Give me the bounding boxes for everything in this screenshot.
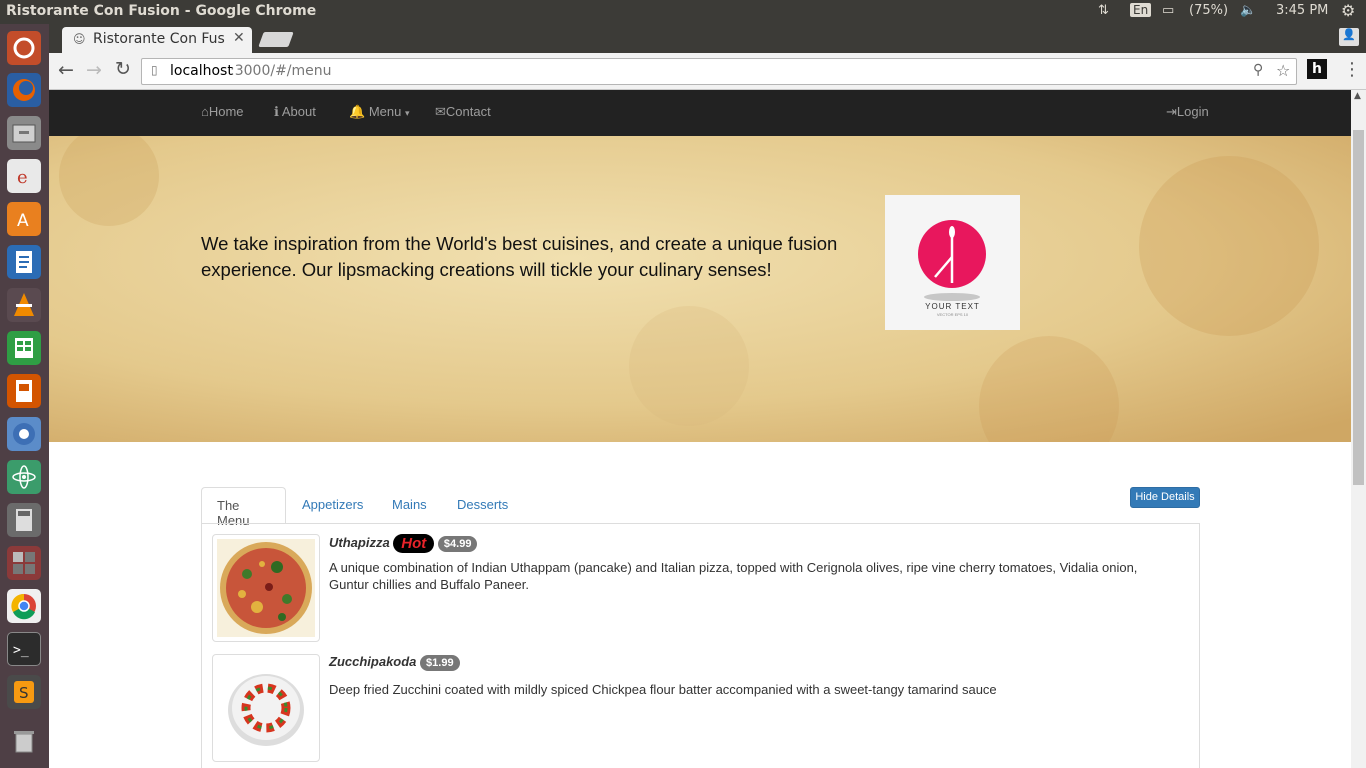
dish-description: A unique combination of Indian Uthappam … bbox=[329, 560, 1138, 592]
web-page: ⌂Home ℹ About 🔔 Menu ▾ ✉Contact ⇥Login W… bbox=[49, 90, 1351, 768]
jumbotron: We take inspiration from the World's bes… bbox=[49, 136, 1351, 442]
dish-description: Deep fried Zucchini coated with mildly s… bbox=[329, 681, 997, 697]
nav-about-label: About bbox=[281, 104, 316, 119]
nav-login[interactable]: ⇥Login bbox=[1166, 104, 1209, 120]
calculator-icon[interactable] bbox=[7, 503, 41, 537]
nav-menu-label: Menu bbox=[368, 104, 402, 119]
volume-icon[interactable]: 🔈 bbox=[1240, 3, 1256, 18]
window-title: Ristorante Con Fusion - Google Chrome bbox=[6, 3, 317, 19]
home-icon: ⌂ bbox=[201, 104, 209, 119]
svg-text:S: S bbox=[19, 684, 29, 702]
chrome-menu-icon[interactable]: ⋮ bbox=[1343, 59, 1361, 80]
svg-text:A: A bbox=[17, 211, 29, 231]
jumbotron-text: We take inspiration from the World's bes… bbox=[201, 233, 838, 280]
dish-body: Zucchipakoda $1.99 Deep fried Zucchini c… bbox=[329, 654, 1179, 698]
battery-icon[interactable]: ▭ bbox=[1162, 3, 1174, 18]
chrome-icon[interactable] bbox=[7, 589, 41, 623]
tab-title: Ristorante Con Fus bbox=[93, 31, 225, 47]
hide-details-button[interactable]: Hide Details bbox=[1130, 487, 1200, 508]
hot-label: Hot bbox=[393, 534, 435, 553]
restaurant-logo: YOUR TEXT VECTOR EPS 10 bbox=[885, 195, 1020, 330]
dish-body: Uthapizza Hot $4.99 A unique combination… bbox=[329, 534, 1179, 593]
settings-gear-icon[interactable]: ⚙ bbox=[1341, 1, 1355, 20]
scrollbar-thumb[interactable] bbox=[1353, 130, 1364, 485]
nav-contact-label: Contact bbox=[445, 104, 491, 119]
browser-tab[interactable]: ☺ Ristorante Con Fus ✕ bbox=[62, 27, 252, 53]
envelope-icon: ✉ bbox=[435, 104, 446, 119]
address-bar[interactable]: ▯ localhost :3000/#/menu ⚲ ☆ bbox=[141, 58, 1297, 85]
workspaces-icon[interactable] bbox=[7, 546, 41, 580]
parchment-background bbox=[49, 136, 1351, 442]
svg-text:e: e bbox=[17, 167, 28, 188]
terminal-icon[interactable]: >_ bbox=[7, 632, 41, 666]
scroll-up-icon[interactable]: ▲ bbox=[1354, 91, 1361, 101]
trash-icon[interactable] bbox=[7, 724, 41, 758]
page-favicon-icon: ☺ bbox=[73, 32, 86, 46]
page-scrollbar[interactable]: ▲ bbox=[1351, 90, 1366, 768]
url-host: localhost bbox=[170, 63, 233, 79]
system-top-panel: Ristorante Con Fusion - Google Chrome ⇅ … bbox=[0, 0, 1366, 24]
browser-toolbar: ← → ↻ ▯ localhost :3000/#/menu ⚲ ☆ h ⋮ bbox=[49, 53, 1366, 90]
svg-text:>_: >_ bbox=[13, 643, 29, 658]
nav-menu-dropdown[interactable]: 🔔 Menu ▾ bbox=[349, 104, 410, 120]
info-icon: ℹ bbox=[274, 104, 279, 119]
dish-name: Zucchipakoda bbox=[329, 654, 417, 669]
dish-name: Uthapizza bbox=[329, 534, 390, 550]
tab-the-menu[interactable]: The Menu bbox=[201, 487, 286, 528]
caret-down-icon: ▾ bbox=[404, 108, 410, 118]
back-icon[interactable]: ← bbox=[58, 59, 74, 81]
sublime-icon[interactable]: S bbox=[7, 675, 41, 709]
ubuntu-dash-icon[interactable] bbox=[7, 31, 41, 65]
tab-mains[interactable]: Mains bbox=[377, 487, 442, 524]
menu-tab-pane: Uthapizza Hot $4.99 A unique combination… bbox=[201, 523, 1200, 768]
browser-chrome: ☺ Ristorante Con Fus ✕ 👤 ← → ↻ ▯ localho… bbox=[49, 24, 1366, 90]
url-path: :3000/#/menu bbox=[230, 63, 332, 79]
dish-image[interactable] bbox=[212, 654, 320, 762]
close-tab-icon[interactable]: ✕ bbox=[233, 30, 245, 46]
app-launcher: e A >_ S bbox=[0, 24, 49, 768]
clock[interactable]: 3:45 PM bbox=[1276, 3, 1328, 18]
bell-icon: 🔔 bbox=[349, 104, 366, 119]
logo-caption: YOUR TEXT bbox=[925, 302, 980, 311]
page-info-icon[interactable]: ▯ bbox=[151, 63, 158, 77]
price-badge: $1.99 bbox=[420, 654, 460, 671]
impress-icon[interactable] bbox=[7, 374, 41, 408]
files-icon[interactable] bbox=[7, 116, 41, 150]
logo-subcaption: VECTOR EPS 10 bbox=[936, 312, 969, 317]
nav-contact[interactable]: ✉Contact bbox=[435, 104, 491, 120]
keyboard-layout-indicator[interactable]: En bbox=[1130, 3, 1152, 17]
nav-home[interactable]: ⌂Home bbox=[201, 104, 244, 119]
nav-login-label: Login bbox=[1176, 104, 1209, 119]
zoom-icon[interactable]: ⚲ bbox=[1253, 62, 1263, 78]
site-navbar: ⌂Home ℹ About 🔔 Menu ▾ ✉Contact ⇥Login bbox=[49, 90, 1351, 136]
writer-icon[interactable] bbox=[7, 245, 41, 279]
profile-icon[interactable]: 👤 bbox=[1339, 28, 1359, 46]
calc-icon[interactable] bbox=[7, 331, 41, 365]
reload-icon[interactable]: ↻ bbox=[115, 58, 131, 80]
nav-about[interactable]: ℹ About bbox=[274, 104, 316, 120]
tab-appetizers[interactable]: Appetizers bbox=[287, 487, 378, 524]
vlc-icon[interactable] bbox=[7, 288, 41, 322]
chromium-icon[interactable] bbox=[7, 417, 41, 451]
extension-icon[interactable]: h bbox=[1307, 59, 1327, 79]
login-icon: ⇥ bbox=[1166, 104, 1177, 119]
forward-icon[interactable]: → bbox=[86, 59, 102, 81]
battery-percent: (75%) bbox=[1189, 3, 1229, 18]
tab-desserts[interactable]: Desserts bbox=[442, 487, 523, 524]
new-tab-button[interactable] bbox=[258, 32, 294, 47]
software-center-icon[interactable]: A bbox=[7, 202, 41, 236]
network-icon[interactable]: ⇅ bbox=[1098, 3, 1109, 18]
mail-icon[interactable]: e bbox=[7, 159, 41, 193]
atom-icon[interactable] bbox=[7, 460, 41, 494]
tab-strip: ☺ Ristorante Con Fus ✕ 👤 bbox=[49, 24, 1366, 53]
nav-home-label: Home bbox=[208, 104, 244, 119]
price-badge: $4.99 bbox=[437, 535, 478, 552]
dish-image[interactable] bbox=[212, 534, 320, 642]
firefox-icon[interactable] bbox=[7, 73, 41, 107]
menu-tabs-section: The Menu Appetizers Mains Desserts Hide … bbox=[201, 487, 1200, 768]
bookmark-star-icon[interactable]: ☆ bbox=[1276, 61, 1290, 80]
